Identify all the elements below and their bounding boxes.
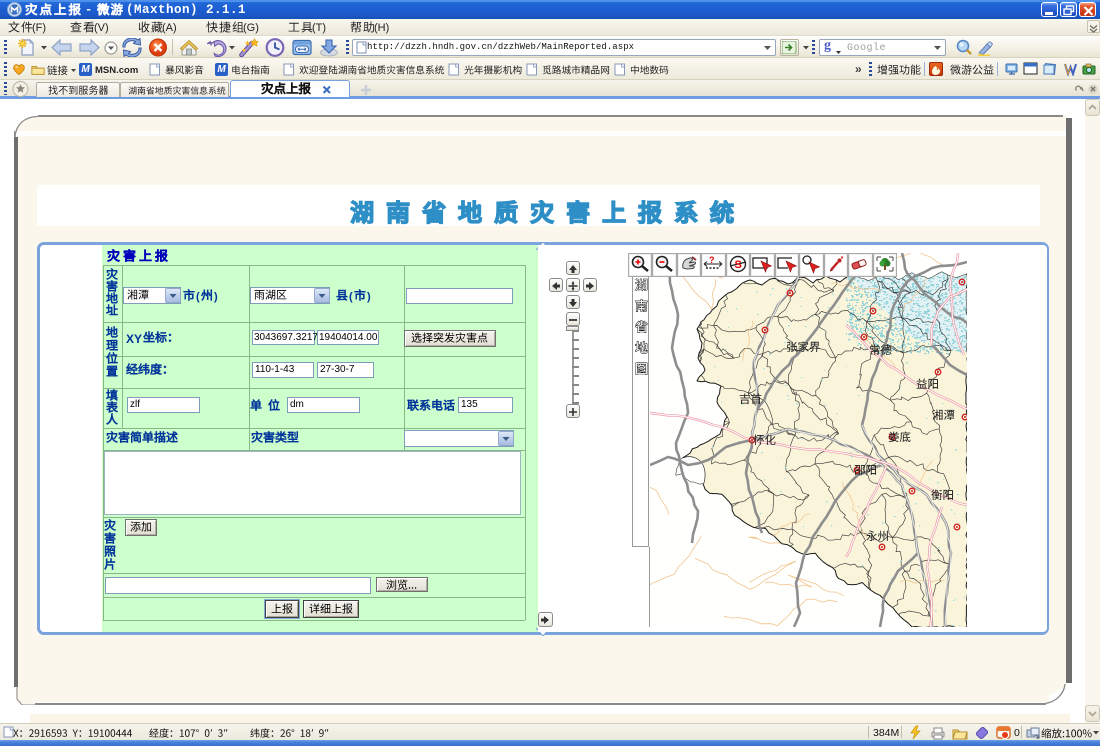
- svg-text:?: ?: [709, 255, 715, 265]
- svg-text:S: S: [734, 259, 741, 271]
